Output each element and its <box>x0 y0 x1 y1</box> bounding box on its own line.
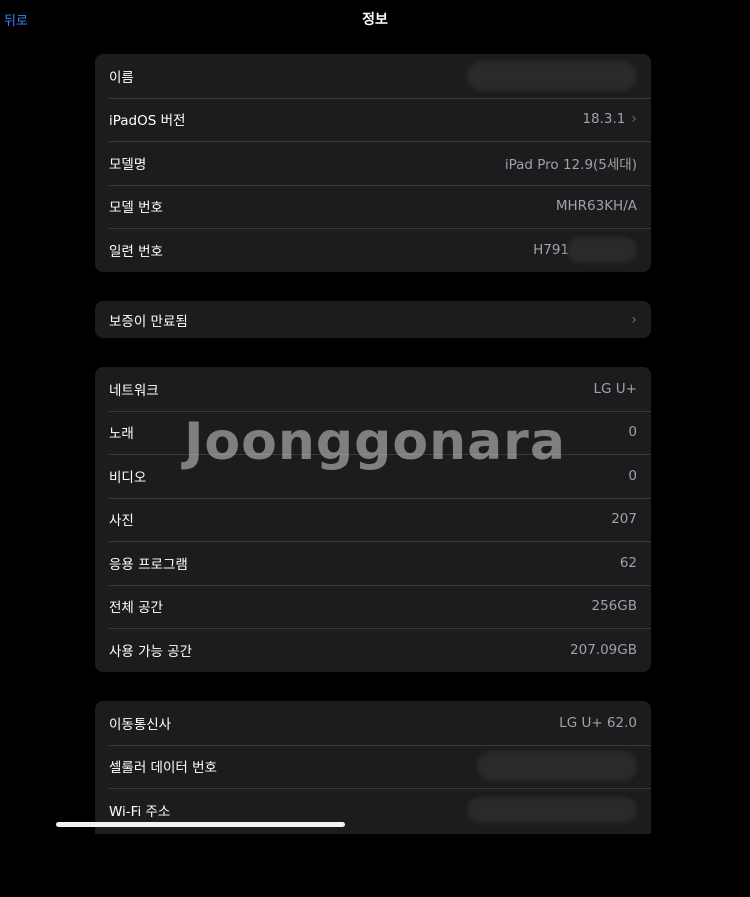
row-value: LG U+ <box>593 380 637 397</box>
row-label: 이동통신사 <box>109 716 172 733</box>
value-text: 18.3.1 <box>582 111 626 128</box>
row-label: 이름 <box>109 69 134 86</box>
row-value: H791 <box>533 236 637 263</box>
row-value: 256GB <box>591 598 638 615</box>
row-label: iPadOS 버전 <box>109 113 186 130</box>
row-network: 네트워크 LG U+ <box>95 367 651 411</box>
row-label: 사진 <box>109 513 134 530</box>
row-label: 네트워크 <box>109 382 159 399</box>
row-label: 일련 번호 <box>109 243 163 260</box>
row-value <box>467 796 637 823</box>
row-value: 207 <box>611 511 637 528</box>
row-applications: 응용 프로그램 62 <box>95 541 651 585</box>
row-value: › <box>631 313 637 327</box>
row-available-capacity: 사용 가능 공간 207.09GB <box>95 628 651 672</box>
row-total-capacity: 전체 공간 256GB <box>95 584 651 629</box>
row-label: 모델명 <box>109 156 147 173</box>
chevron-right-icon: › <box>631 111 637 128</box>
row-label: 셀룰러 데이터 번호 <box>109 760 217 777</box>
row-label: 응용 프로그램 <box>109 556 188 573</box>
navigation-bar: 뒤로 정보 <box>0 0 750 36</box>
page-title: 정보 <box>362 12 388 28</box>
device-info-group: 이름 iPadOS 버전 18.3.1 › 모델명 iPad Pro 12.9(… <box>95 54 651 272</box>
row-value: 18.3.1 › <box>582 111 637 127</box>
home-indicator[interactable] <box>56 822 345 827</box>
usage-group: 네트워크 LG U+ 노래 0 비디오 0 사진 207 응용 프로그램 62 … <box>95 367 651 672</box>
row-songs: 노래 0 <box>95 410 651 455</box>
row-carrier[interactable]: 이동통신사 LG U+ 62.0 <box>95 701 651 745</box>
row-label: Wi-Fi 주소 <box>109 803 171 820</box>
row-value <box>477 751 637 782</box>
row-value: 207.09GB <box>570 641 637 658</box>
row-serial-number[interactable]: 일련 번호 H791 <box>95 228 651 272</box>
row-value: 0 <box>628 424 637 441</box>
chevron-right-icon: › <box>631 311 637 328</box>
row-photos: 사진 207 <box>95 497 651 542</box>
row-value: MHR63KH/A <box>555 198 637 215</box>
row-value: 62 <box>619 554 637 571</box>
row-cellular-data-number[interactable]: 셀룰러 데이터 번호 <box>95 744 651 789</box>
redaction-mark <box>467 60 637 91</box>
row-value <box>467 60 637 91</box>
row-value: iPad Pro 12.9(5세대) <box>504 156 637 173</box>
value-text: H791 <box>533 241 569 258</box>
row-videos: 비디오 0 <box>95 454 651 498</box>
row-model-number[interactable]: 모델 번호 MHR63KH/A <box>95 184 651 229</box>
row-warranty[interactable]: 보증이 만료됨 › <box>95 301 651 338</box>
row-label: 사용 가능 공간 <box>109 643 193 660</box>
row-name[interactable]: 이름 <box>95 54 651 98</box>
redaction-mark <box>567 236 637 263</box>
row-model-name[interactable]: 모델명 iPad Pro 12.9(5세대) <box>95 141 651 185</box>
row-value: LG U+ 62.0 <box>559 714 637 731</box>
row-label: 비디오 <box>109 469 147 486</box>
row-label: 보증이 만료됨 <box>109 313 188 330</box>
carrier-group: 이동통신사 LG U+ 62.0 셀룰러 데이터 번호 Wi-Fi 주소 <box>95 701 651 834</box>
row-label: 노래 <box>109 426 134 443</box>
row-label: 모델 번호 <box>109 200 163 217</box>
warranty-group: 보증이 만료됨 › <box>95 301 651 338</box>
redaction-mark <box>467 796 637 823</box>
row-label: 전체 공간 <box>109 600 163 617</box>
row-value: 0 <box>628 467 637 484</box>
row-ipados-version[interactable]: iPadOS 버전 18.3.1 › <box>95 97 651 142</box>
redaction-mark <box>477 751 637 782</box>
